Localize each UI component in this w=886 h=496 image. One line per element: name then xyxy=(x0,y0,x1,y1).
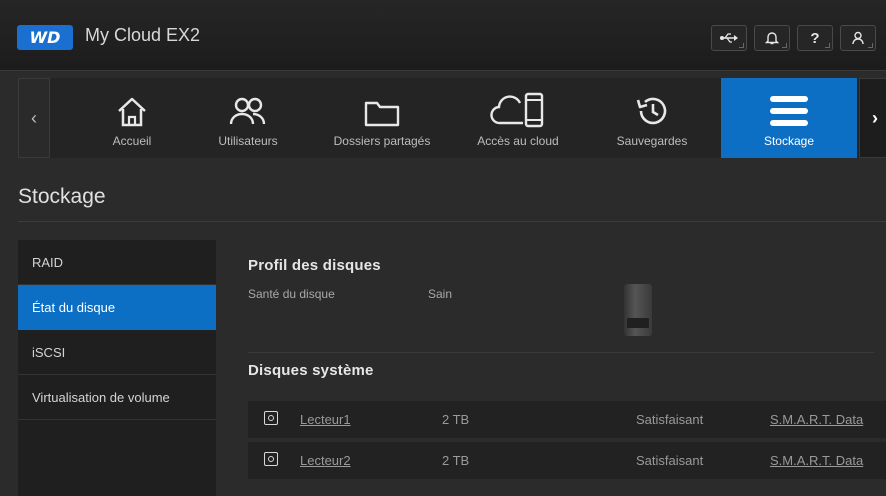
sidebar-item-etat-disque[interactable]: État du disque xyxy=(18,285,216,330)
nav-item-label: Dossiers partagés xyxy=(333,134,431,148)
bell-icon[interactable] xyxy=(754,25,790,51)
disk-size: 2 TB xyxy=(442,453,470,468)
nav-next-button[interactable]: › xyxy=(859,78,886,158)
health-label: Santé du disque xyxy=(248,287,335,301)
hdd-icon xyxy=(264,411,278,425)
help-glyph: ? xyxy=(810,29,820,47)
history-icon xyxy=(636,97,667,125)
wd-logo: WD xyxy=(17,25,73,50)
sidebar-item-virtualisation[interactable]: Virtualisation de volume xyxy=(18,375,216,420)
system-disks-title: Disques système xyxy=(248,362,374,379)
nav-item-sauvegardes[interactable]: Sauvegardes xyxy=(592,78,712,158)
help-icon[interactable]: ? xyxy=(797,25,833,51)
health-value: Sain xyxy=(428,287,453,301)
nav-item-label: Sauvegardes xyxy=(616,134,688,148)
home-icon xyxy=(118,97,146,127)
table-row: Lecteur1 2 TB Satisfaisant S.M.A.R.T. Da… xyxy=(248,401,886,438)
smart-data-link[interactable]: S.M.A.R.T. Data xyxy=(770,412,863,427)
nav-strip: ‹ Accueil Utilisateurs Dossiers partagés… xyxy=(18,78,886,158)
usb-icon[interactable] xyxy=(711,25,747,51)
title-divider xyxy=(18,221,886,222)
hdd-icon xyxy=(264,452,278,466)
nav-item-label: Utilisateurs xyxy=(218,134,278,148)
nav-item-label: Accueil xyxy=(112,134,152,148)
top-bar: WD My Cloud EX2 ? xyxy=(0,0,886,70)
nav-prev-button[interactable]: ‹ xyxy=(18,78,50,158)
cloud-device-icon xyxy=(490,92,544,128)
folder-icon xyxy=(364,101,400,127)
sidebar: RAID État du disque iSCSI Virtualisation… xyxy=(18,240,216,496)
top-icons: ? xyxy=(711,25,876,51)
smart-data-link[interactable]: S.M.A.R.T. Data xyxy=(770,453,863,468)
disk-name-link[interactable]: Lecteur2 xyxy=(300,453,351,468)
nav-item-stockage[interactable]: Stockage xyxy=(721,78,857,158)
user-icon[interactable] xyxy=(840,25,876,51)
nav-item-utilisateurs[interactable]: Utilisateurs xyxy=(188,78,308,158)
disk-status: Satisfaisant xyxy=(636,453,704,468)
users-icon xyxy=(229,97,266,125)
nav-item-label: Stockage xyxy=(763,134,815,148)
nav-item-label: Accès au cloud xyxy=(477,134,559,148)
nas-device-image xyxy=(624,284,652,336)
header-divider xyxy=(0,70,886,71)
nav-item-accueil[interactable]: Accueil xyxy=(72,78,192,158)
disk-name-link[interactable]: Lecteur1 xyxy=(300,412,351,427)
disk-status: Satisfaisant xyxy=(636,412,704,427)
storage-icon xyxy=(770,96,808,126)
nav-item-cloud[interactable]: Accès au cloud xyxy=(458,78,578,158)
sidebar-item-raid[interactable]: RAID xyxy=(18,240,216,285)
profile-divider xyxy=(248,352,874,353)
sidebar-item-iscsi[interactable]: iSCSI xyxy=(18,330,216,375)
app-title: My Cloud EX2 xyxy=(85,25,201,45)
table-row: Lecteur2 2 TB Satisfaisant S.M.A.R.T. Da… xyxy=(248,442,886,479)
profile-title: Profil des disques xyxy=(248,257,381,274)
nav-item-dossiers[interactable]: Dossiers partagés xyxy=(322,78,442,158)
disk-size: 2 TB xyxy=(442,412,470,427)
page-title: Stockage xyxy=(18,185,106,208)
